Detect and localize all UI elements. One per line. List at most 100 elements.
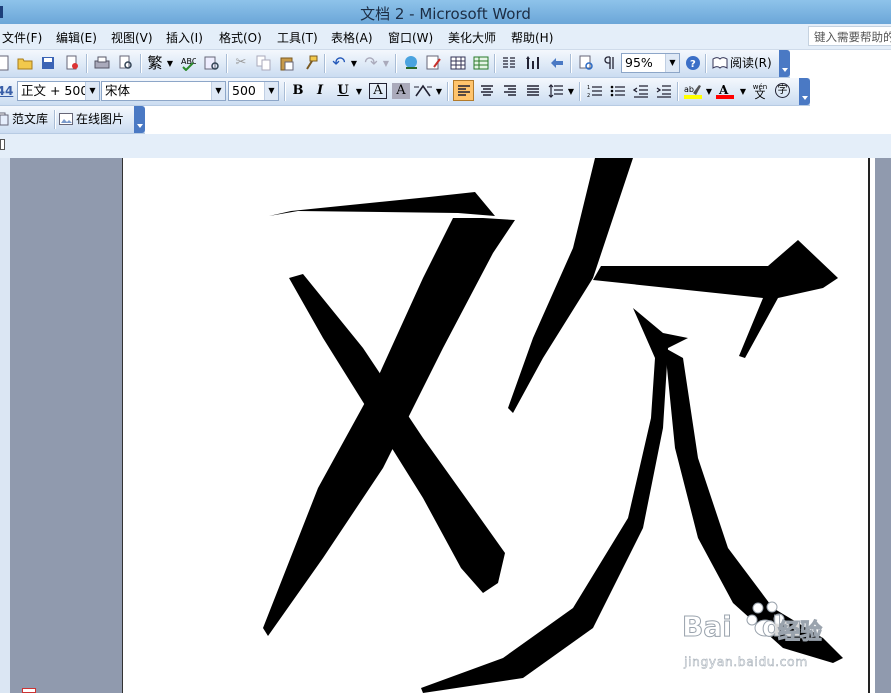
template-library-label: 范文库: [12, 112, 49, 126]
columns-icon[interactable]: [500, 54, 518, 72]
toolbar-options-icon[interactable]: [134, 106, 145, 133]
help-icon[interactable]: ?: [684, 54, 702, 72]
bullets-icon[interactable]: [609, 82, 627, 100]
chevron-down-icon[interactable]: ▼: [264, 82, 278, 100]
hyperlink-icon[interactable]: [402, 54, 420, 72]
toolbar-separator: [324, 54, 326, 73]
menu-edit[interactable]: 编辑(E): [56, 29, 97, 46]
style-combo[interactable]: 正文 + 500 ▼: [17, 81, 100, 101]
glyph-stroke: [593, 240, 838, 358]
read-button[interactable]: 阅读(R): [712, 54, 778, 72]
menu-view[interactable]: 视图(V): [111, 29, 153, 46]
toolbar-separator: [226, 54, 228, 73]
tables-borders-icon[interactable]: [425, 54, 443, 72]
show-hide-icon[interactable]: [577, 54, 595, 72]
italic-button[interactable]: I: [311, 82, 329, 100]
chevron-down-icon[interactable]: ▼: [435, 82, 443, 100]
toolbar-options-icon[interactable]: [779, 50, 790, 77]
online-pictures-button[interactable]: 在线图片: [59, 110, 131, 128]
toolbar-separator: [140, 54, 142, 73]
chevron-down-icon[interactable]: ▼: [739, 82, 747, 100]
svg-text:1: 1: [587, 85, 590, 91]
menu-table[interactable]: 表格(A): [331, 29, 373, 46]
menu-insert[interactable]: 插入(I): [166, 29, 203, 46]
menu-window[interactable]: 窗口(W): [388, 29, 433, 46]
underline-button[interactable]: U: [334, 82, 352, 100]
template-library-button[interactable]: 范文库: [0, 110, 48, 128]
align-left-button[interactable]: [453, 80, 474, 101]
spelling-icon[interactable]: ABC: [179, 54, 197, 72]
glyph-stroke: [508, 158, 633, 413]
chevron-down-icon[interactable]: ▼: [665, 54, 679, 72]
insert-excel-icon[interactable]: [472, 54, 490, 72]
menu-help[interactable]: 帮助(H): [511, 29, 553, 46]
print-icon[interactable]: [93, 54, 111, 72]
styles-formatting-icon[interactable]: 44: [0, 82, 14, 100]
insert-table-icon[interactable]: [449, 54, 467, 72]
character-shading-button[interactable]: A: [392, 83, 410, 99]
align-center-icon[interactable]: [478, 82, 496, 100]
baidu-jingyan-watermark: Bai du 经验 jingyan.baidu.com: [682, 600, 862, 680]
formatting-toolbar: 44 正文 + 500 ▼ 宋体 ▼ 500 ▼ B I U ▼ A A ▼ ▼…: [0, 78, 810, 106]
enclose-characters-button[interactable]: 字: [775, 83, 790, 98]
menu-beautify-master[interactable]: 美化大师: [448, 29, 496, 46]
help-search-input[interactable]: 键入需要帮助的问题: [808, 26, 891, 46]
zoom-combo[interactable]: 95% ▼: [621, 53, 680, 73]
permission-icon[interactable]: [63, 54, 81, 72]
align-right-icon[interactable]: [501, 82, 519, 100]
justify-icon[interactable]: [524, 82, 542, 100]
phonetic-guide-button[interactable]: wén 文: [751, 82, 769, 100]
toolbar-options-icon[interactable]: [799, 78, 810, 105]
research-icon[interactable]: [203, 54, 221, 72]
paragraph-mark-icon[interactable]: [601, 54, 619, 72]
chevron-down-icon[interactable]: ▼: [85, 82, 99, 100]
decrease-indent-icon[interactable]: [632, 82, 650, 100]
toolbar-separator: [54, 110, 56, 129]
menu-format[interactable]: 格式(O): [219, 29, 262, 46]
numbering-icon[interactable]: 12: [586, 82, 604, 100]
save-icon[interactable]: [39, 54, 57, 72]
style-value: 正文 + 500: [21, 83, 89, 98]
character-scaling-icon[interactable]: [414, 82, 432, 100]
tab-selector-icon[interactable]: [0, 139, 5, 150]
paste-icon[interactable]: [278, 54, 296, 72]
highlight-icon[interactable]: ab: [684, 82, 702, 100]
chevron-down-icon[interactable]: ▼: [166, 54, 174, 72]
font-combo[interactable]: 宋体 ▼: [101, 81, 226, 101]
zoom-value: 95%: [625, 55, 653, 70]
chevron-down-icon[interactable]: ▼: [705, 82, 713, 100]
traditional-chinese-icon[interactable]: 繁: [146, 54, 164, 72]
drawing-icon[interactable]: [524, 54, 542, 72]
watermark-cn: 经验: [777, 620, 823, 646]
toolbar-separator: [284, 82, 286, 101]
open-icon[interactable]: [16, 54, 34, 72]
redo-icon[interactable]: ↷: [362, 54, 380, 72]
font-color-icon[interactable]: A: [716, 82, 734, 100]
toolbar-separator: [705, 54, 707, 73]
document-map-icon[interactable]: [548, 54, 566, 72]
svg-text:2: 2: [587, 93, 590, 98]
chevron-down-icon[interactable]: ▼: [211, 82, 225, 100]
bold-button[interactable]: B: [289, 82, 307, 100]
chevron-down-icon[interactable]: ▼: [382, 54, 390, 72]
watermark-url: jingyan.baidu.com: [684, 654, 808, 669]
character-border-button[interactable]: A: [369, 83, 387, 99]
menu-file[interactable]: 文件(F): [2, 29, 42, 46]
vertical-ruler: [0, 158, 10, 693]
chevron-down-icon[interactable]: ▼: [355, 82, 363, 100]
cut-icon[interactable]: ✂: [232, 54, 250, 72]
svg-text:ABC: ABC: [181, 57, 196, 66]
increase-indent-icon[interactable]: [655, 82, 673, 100]
font-size-value: 500: [232, 83, 256, 98]
print-preview-icon[interactable]: [117, 54, 135, 72]
copy-icon[interactable]: [255, 54, 273, 72]
chevron-down-icon[interactable]: ▼: [350, 54, 358, 72]
phonetic-char: 文: [754, 88, 766, 101]
chevron-down-icon[interactable]: ▼: [567, 82, 575, 100]
menu-tools[interactable]: 工具(T): [277, 29, 318, 46]
new-icon[interactable]: [0, 54, 12, 72]
format-painter-icon[interactable]: [302, 54, 320, 72]
undo-icon[interactable]: ↶: [330, 54, 348, 72]
font-size-combo[interactable]: 500 ▼: [228, 81, 279, 101]
line-spacing-icon[interactable]: [547, 82, 565, 100]
